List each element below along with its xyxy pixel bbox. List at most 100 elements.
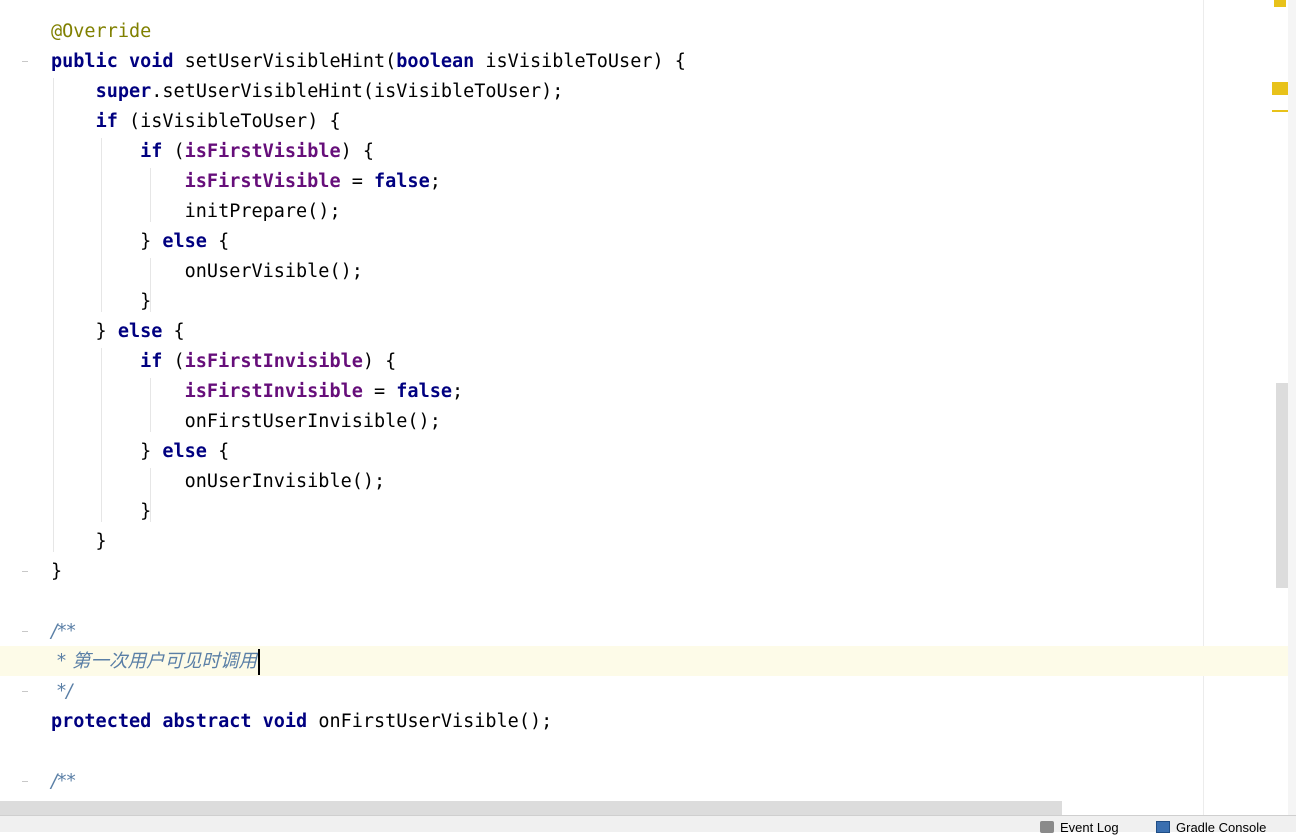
code-line[interactable]: } <box>51 497 151 527</box>
code-token: } <box>51 501 152 522</box>
code-token: .setUserVisibleHint(isVisibleToUser); <box>151 81 564 102</box>
code-token: (isVisibleToUser) { <box>117 111 341 132</box>
code-line[interactable]: } else { <box>51 227 229 257</box>
warning-marker[interactable] <box>1272 110 1288 112</box>
code-token: } <box>51 561 63 582</box>
code-token: initPrepare(); <box>51 201 341 222</box>
code-keyword: void <box>262 711 308 732</box>
code-token: onUserVisible(); <box>51 261 363 282</box>
code-line[interactable]: if (isFirstVisible) { <box>51 137 374 167</box>
vertical-scrollbar-thumb[interactable] <box>1276 383 1288 588</box>
code-line[interactable]: if (isVisibleToUser) { <box>51 107 341 137</box>
gradle-console-label: Gradle Console <box>1176 820 1267 835</box>
code-field: isFirstInvisible <box>184 381 363 402</box>
code-token: onFirstUserInvisible(); <box>51 411 441 432</box>
code-token: } <box>51 441 163 462</box>
code-comment: /** <box>51 771 76 792</box>
code-line[interactable]: /** <box>51 617 76 647</box>
code-keyword: if <box>95 111 118 132</box>
horizontal-scrollbar-thumb[interactable] <box>0 801 1062 815</box>
event-log-icon <box>1040 821 1054 833</box>
warning-marker[interactable] <box>1272 82 1288 95</box>
code-keyword: if <box>140 141 163 162</box>
editor-gutter[interactable] <box>0 0 40 815</box>
code-line[interactable]: * 第一次用户可见时调用 <box>51 647 261 677</box>
code-line[interactable]: if (isFirstInvisible) { <box>51 347 396 377</box>
code-token: ; <box>452 381 464 402</box>
fold-marker-icon[interactable] <box>22 61 28 62</box>
code-token: ) { <box>362 351 397 372</box>
code-field: isFirstVisible <box>184 171 341 192</box>
code-token: isVisibleToUser) { <box>474 51 686 72</box>
code-keyword: abstract <box>162 711 252 732</box>
code-keyword: else <box>162 441 207 462</box>
code-token: ( <box>162 351 185 372</box>
code-token: ( <box>162 141 185 162</box>
code-keyword: boolean <box>396 51 475 72</box>
code-keyword: false <box>396 381 452 402</box>
fold-marker-icon[interactable] <box>22 571 28 572</box>
code-keyword: false <box>374 171 430 192</box>
event-log-button[interactable]: Event Log <box>1040 821 1119 837</box>
code-comment: /** <box>51 621 76 642</box>
code-token: = <box>340 171 375 192</box>
code-line[interactable]: onUserInvisible(); <box>51 467 386 497</box>
code-token: { <box>162 321 185 342</box>
error-stripe[interactable] <box>1272 0 1296 815</box>
code-token: ) { <box>340 141 375 162</box>
code-line[interactable]: initPrepare(); <box>51 197 341 227</box>
code-field: isFirstVisible <box>184 141 341 162</box>
code-editor[interactable]: @Override public void setUserVisibleHint(… <box>0 0 1288 815</box>
text-caret <box>258 649 261 675</box>
code-token: ; <box>429 171 441 192</box>
code-token: } <box>51 231 163 252</box>
code-keyword: else <box>117 321 163 342</box>
code-line[interactable]: isFirstVisible = false; <box>51 167 441 197</box>
code-keyword: else <box>162 231 207 252</box>
code-token: onFirstUserVisible(); <box>307 711 553 732</box>
gradle-console-icon <box>1156 821 1170 833</box>
code-line[interactable]: } else { <box>51 317 185 347</box>
code-token: } <box>51 321 118 342</box>
code-token: } <box>51 291 152 312</box>
status-bar: Event Log Gradle Console <box>0 815 1296 835</box>
code-keyword: public <box>51 51 118 72</box>
fold-marker-icon[interactable] <box>22 631 28 632</box>
code-token: = <box>362 381 397 402</box>
code-token: onUserInvisible(); <box>51 471 386 492</box>
gradle-console-button[interactable]: Gradle Console <box>1156 821 1266 837</box>
code-comment: * 第一次用户可见时调用 <box>51 651 258 672</box>
code-line[interactable]: /** <box>51 767 76 797</box>
code-line[interactable]: isFirstInvisible = false; <box>51 377 463 407</box>
code-line[interactable]: onUserVisible(); <box>51 257 363 287</box>
code-token: { <box>206 441 230 462</box>
code-annotation: @Override <box>51 21 152 42</box>
code-line[interactable]: */ <box>51 677 73 707</box>
code-line[interactable]: } <box>51 287 151 317</box>
fold-marker-icon[interactable] <box>22 691 28 692</box>
warning-marker[interactable] <box>1274 0 1286 7</box>
code-line[interactable]: } <box>51 557 62 587</box>
code-line[interactable]: @Override <box>51 17 151 47</box>
code-line[interactable]: super.setUserVisibleHint(isVisibleToUser… <box>51 77 564 107</box>
code-field: isFirstInvisible <box>184 351 363 372</box>
code-keyword: super <box>95 81 152 102</box>
code-line[interactable]: public void setUserVisibleHint(boolean i… <box>51 47 686 77</box>
fold-marker-icon[interactable] <box>22 781 28 782</box>
code-line[interactable]: onFirstUserInvisible(); <box>51 407 441 437</box>
code-line[interactable]: } else { <box>51 437 229 467</box>
right-margin-guide <box>1203 0 1204 815</box>
code-line[interactable]: } <box>51 527 107 557</box>
code-token: } <box>51 531 107 552</box>
code-line[interactable]: protected abstract void onFirstUserVisib… <box>51 707 552 737</box>
code-token: setUserVisibleHint( <box>173 51 397 72</box>
code-keyword: void <box>128 51 174 72</box>
